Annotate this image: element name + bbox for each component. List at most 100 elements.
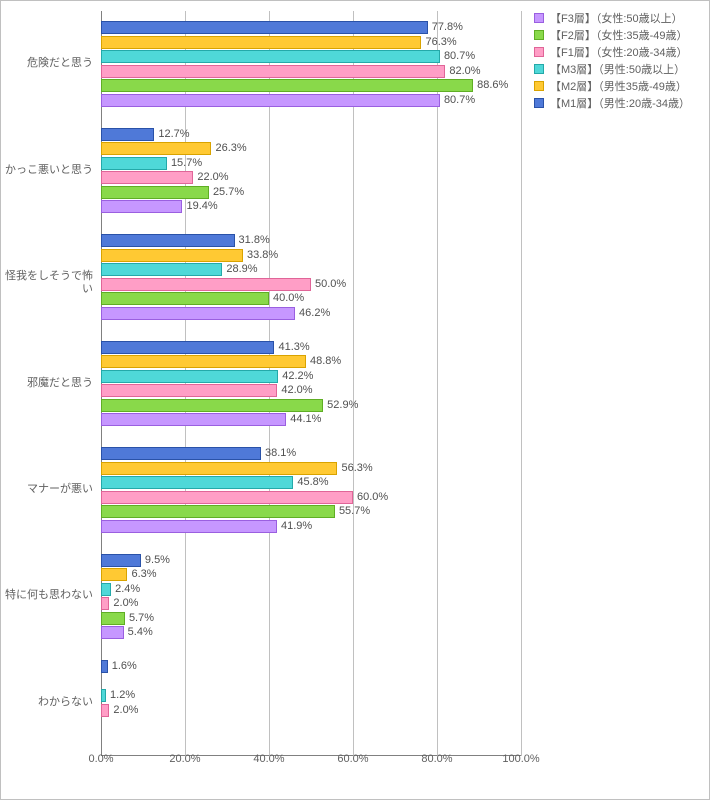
- bar-M2: [101, 249, 243, 262]
- bar-M1: [101, 447, 261, 460]
- bar-M1: [101, 660, 108, 673]
- bar-M1: [101, 21, 428, 34]
- category-label: かっこ悪いと思う: [1, 164, 93, 177]
- bar-value-label: 76.3%: [425, 36, 456, 49]
- x-tick-label: 40.0%: [244, 753, 294, 765]
- bar-value-label: 77.8%: [432, 21, 463, 34]
- bar-value-label: 82.0%: [449, 65, 480, 78]
- bar-M3: [101, 370, 278, 383]
- bar-value-label: 22.0%: [197, 171, 228, 184]
- legend-swatch: [534, 81, 544, 91]
- bar-M1: [101, 341, 274, 354]
- category-label: 特に何も思わない: [1, 589, 93, 602]
- x-tick-label: 0.0%: [76, 753, 126, 765]
- legend-swatch: [534, 47, 544, 57]
- bar-value-label: 40.0%: [273, 292, 304, 305]
- x-tick-label: 80.0%: [412, 753, 462, 765]
- bar-value-label: 26.3%: [215, 142, 246, 155]
- bar-F1: [101, 171, 193, 184]
- x-tick-label: 60.0%: [328, 753, 378, 765]
- bar-value-label: 42.0%: [281, 384, 312, 397]
- bar-value-label: 44.1%: [290, 413, 321, 426]
- bar-value-label: 88.6%: [477, 79, 508, 92]
- bar-value-label: 60.0%: [357, 491, 388, 504]
- gridline: [521, 11, 522, 756]
- bar-F3: [101, 94, 440, 107]
- bar-value-label: 41.9%: [281, 520, 312, 533]
- bar-M2: [101, 36, 421, 49]
- bar-F3: [101, 626, 124, 639]
- legend-label: 【M2層】（男性35歳-49歳）: [550, 78, 687, 94]
- bar-M2: [101, 355, 306, 368]
- legend-swatch: [534, 98, 544, 108]
- bar-M3: [101, 50, 440, 63]
- bar-value-label: 56.3%: [341, 462, 372, 475]
- bar-F2: [101, 505, 335, 518]
- bar-value-label: 6.3%: [131, 568, 156, 581]
- bar-F2: [101, 292, 269, 305]
- bar-value-label: 48.8%: [310, 355, 341, 368]
- category-label: マナーが悪い: [1, 483, 93, 496]
- legend-label: 【M1層】（男性:20歳-34歳）: [550, 95, 690, 111]
- bar-F1: [101, 704, 109, 717]
- legend-item-M2: 【M2層】（男性35歳-49歳）: [534, 77, 699, 94]
- bar-value-label: 33.8%: [247, 249, 278, 262]
- bar-value-label: 15.7%: [171, 157, 202, 170]
- bar-value-label: 12.7%: [158, 128, 189, 141]
- bar-value-label: 1.2%: [110, 689, 135, 702]
- bar-F1: [101, 65, 445, 78]
- bar-value-label: 41.3%: [278, 341, 309, 354]
- bar-value-label: 5.4%: [128, 626, 153, 639]
- bar-M1: [101, 128, 154, 141]
- legend-item-F1: 【F1層】（女性:20歳-34歳）: [534, 43, 699, 60]
- bar-value-label: 80.7%: [444, 50, 475, 63]
- legend-item-F2: 【F2層】（女性:35歳-49歳）: [534, 26, 699, 43]
- bar-F2: [101, 399, 323, 412]
- x-tick-label: 100.0%: [496, 753, 546, 765]
- bar-F3: [101, 520, 277, 533]
- bar-value-label: 52.9%: [327, 399, 358, 412]
- bar-F3: [101, 413, 286, 426]
- legend-label: 【F3層】（女性:50歳以上）: [550, 10, 683, 26]
- category-label: 危険だと思う: [1, 57, 93, 70]
- bar-M2: [101, 462, 337, 475]
- gridline: [353, 11, 354, 756]
- bar-value-label: 5.7%: [129, 612, 154, 625]
- bar-F2: [101, 186, 209, 199]
- legend-label: 【F2層】（女性:35歳-49歳）: [550, 27, 688, 43]
- legend-label: 【F1層】（女性:20歳-34歳）: [550, 44, 688, 60]
- bar-value-label: 46.2%: [299, 307, 330, 320]
- bar-F1: [101, 597, 109, 610]
- bar-value-label: 9.5%: [145, 554, 170, 567]
- bar-F1: [101, 491, 353, 504]
- bar-M3: [101, 476, 293, 489]
- category-label: 邪魔だと思う: [1, 377, 93, 390]
- bar-M3: [101, 263, 222, 276]
- legend-swatch: [534, 64, 544, 74]
- chart-frame: 77.8%76.3%80.7%82.0%88.6%80.7%12.7%26.3%…: [0, 0, 710, 800]
- bar-value-label: 2.0%: [113, 704, 138, 717]
- bar-value-label: 2.4%: [115, 583, 140, 596]
- bar-value-label: 1.6%: [112, 660, 137, 673]
- bar-F1: [101, 384, 277, 397]
- category-label: わからない: [1, 696, 93, 709]
- bar-value-label: 2.0%: [113, 597, 138, 610]
- legend-item-F3: 【F3層】（女性:50歳以上）: [534, 9, 699, 26]
- legend-swatch: [534, 30, 544, 40]
- bar-value-label: 80.7%: [444, 94, 475, 107]
- bar-value-label: 19.4%: [186, 200, 217, 213]
- bar-M2: [101, 142, 211, 155]
- bar-value-label: 28.9%: [226, 263, 257, 276]
- bar-M2: [101, 568, 127, 581]
- legend-item-M1: 【M1層】（男性:20歳-34歳）: [534, 94, 699, 111]
- bar-value-label: 45.8%: [297, 476, 328, 489]
- bar-F3: [101, 200, 182, 213]
- bar-M3: [101, 157, 167, 170]
- bar-M1: [101, 554, 141, 567]
- x-tick-label: 20.0%: [160, 753, 210, 765]
- bar-M3: [101, 689, 106, 702]
- bar-M3: [101, 583, 111, 596]
- bar-value-label: 38.1%: [265, 447, 296, 460]
- bar-F3: [101, 307, 295, 320]
- bar-value-label: 42.2%: [282, 370, 313, 383]
